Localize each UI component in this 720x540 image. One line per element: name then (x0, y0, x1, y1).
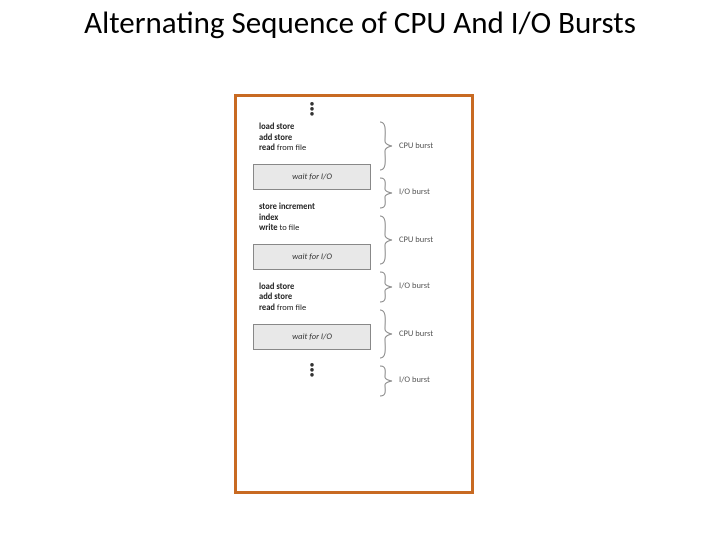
label-cpu-3: CPU burst (399, 329, 433, 339)
brace-layer: CPU burst I/O burst CPU burst I/O burst (379, 97, 469, 491)
io-wait-box-1: wait for I/O (253, 164, 371, 190)
brace-io-3 (379, 365, 393, 397)
instr: index (259, 213, 278, 223)
instr: from file (275, 303, 306, 313)
instruction-column: ••• load store add store read from file … (253, 97, 371, 491)
io-wait-box-3: wait for I/O (253, 324, 371, 350)
page-title: Alternating Sequence of CPU And I/O Burs… (0, 0, 720, 42)
cpu-block-3: load store add store read from file (253, 278, 371, 318)
figure-frame: ••• load store add store read from file … (234, 94, 474, 494)
label-io-2: I/O burst (399, 281, 430, 291)
label-io-3: I/O burst (399, 375, 430, 385)
instr: read (259, 143, 275, 153)
instr: to file (278, 223, 300, 233)
brace-cpu-2 (379, 215, 393, 265)
brace-cpu-3 (379, 309, 393, 359)
instr: store increment (259, 202, 315, 212)
cpu-block-2: store increment index write to file (253, 198, 371, 238)
label-io-1: I/O burst (399, 187, 430, 197)
vertical-ellipsis-bottom: ••• (253, 358, 371, 379)
instr: add store (259, 133, 292, 143)
cpu-block-1: load store add store read from file (253, 118, 371, 158)
brace-cpu-1 (379, 121, 393, 171)
label-cpu-2: CPU burst (399, 235, 433, 245)
instr: from file (275, 143, 306, 153)
instr: read (259, 303, 275, 313)
instr: add store (259, 292, 292, 302)
brace-io-2 (379, 271, 393, 303)
instr: load store (259, 282, 294, 292)
label-cpu-1: CPU burst (399, 141, 433, 151)
brace-io-1 (379, 177, 393, 209)
instr: write (259, 223, 278, 233)
vertical-ellipsis-top: ••• (253, 97, 371, 118)
instr: load store (259, 122, 294, 132)
io-wait-box-2: wait for I/O (253, 244, 371, 270)
